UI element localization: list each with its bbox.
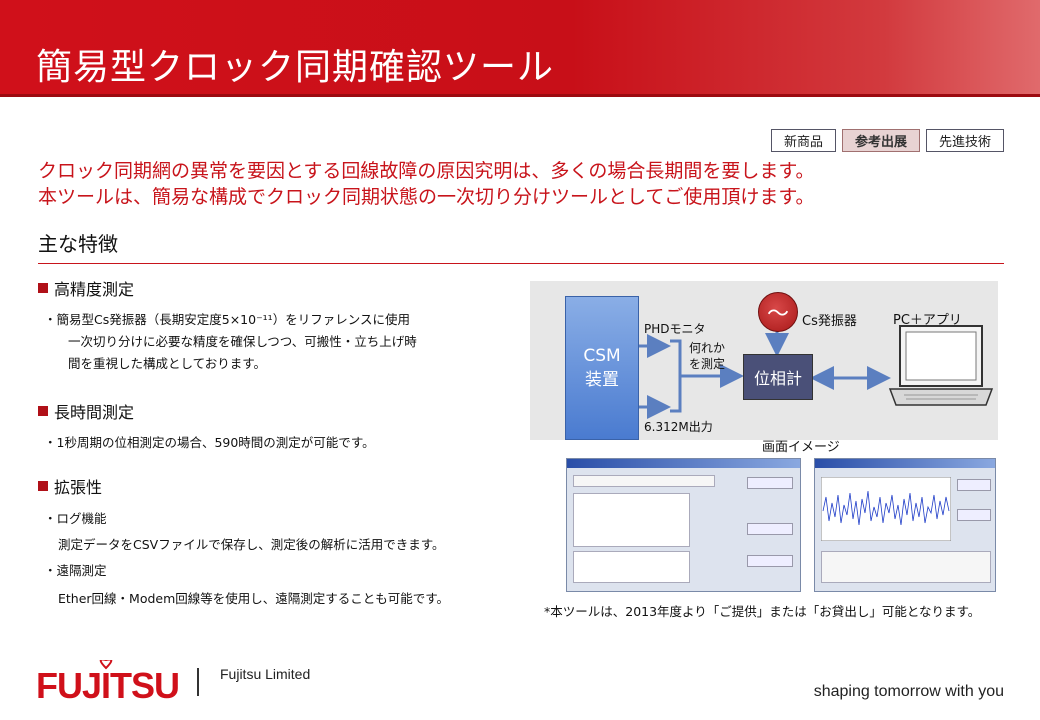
feature-title-long-duration: 長時間測定 xyxy=(38,399,134,423)
csm-label-line-1: CSM xyxy=(583,346,621,366)
feature-title-text: 拡張性 xyxy=(54,478,103,497)
page-title: 簡易型クロック同期確認ツール xyxy=(36,47,555,88)
feature-title-extensibility: 拡張性 xyxy=(38,474,102,498)
feature-title-precision: 高精度測定 xyxy=(38,276,134,300)
lead-text: クロック同期網の異常を要因とする回線故障の原因究明は、多くの場合長期間を要します… xyxy=(38,158,815,210)
csm-device-box: CSM 装置 xyxy=(565,296,639,440)
fujitsu-logo-mark: FUJITSU xyxy=(36,658,180,706)
tag-reference-exhibit[interactable]: 参考出展 xyxy=(841,129,920,152)
tag-advanced-tech[interactable]: 先進技術 xyxy=(925,129,1004,152)
feature-title-text: 長時間測定 xyxy=(54,403,135,422)
bullet-square-icon xyxy=(38,406,48,416)
feature-desc-line: Ether回線・Modem回線等を使用し、遠隔測定することも可能です。 xyxy=(58,591,450,606)
screenshot-field xyxy=(573,475,715,487)
cs-oscillator-icon: ～ xyxy=(758,292,798,332)
bullet-square-icon xyxy=(38,283,48,293)
category-tags: 新商品 参考出展 先進技術 xyxy=(770,129,1004,152)
footer-divider xyxy=(197,668,199,696)
feature-desc-line: ・簡易型Cs発振器（長期安定度5×10⁻¹¹）をリファレンスに使用 xyxy=(44,312,410,327)
feature-desc-line: ・1秒周期の位相測定の場合、590時間の測定が可能です。 xyxy=(44,435,375,450)
pc-app-label: PC＋アプリ xyxy=(893,313,962,328)
phd-monitor-label: PHDモニタ xyxy=(644,322,706,336)
feature-desc-line: 間を重視した構成としております。 xyxy=(68,356,267,371)
phase-graph xyxy=(821,477,951,541)
screenshot-settings-panel xyxy=(821,551,991,583)
header-stripe xyxy=(0,94,1040,97)
screenshot-titlebar xyxy=(815,459,995,468)
screenshot-log-list xyxy=(573,493,690,547)
company-name: Fujitsu Limited xyxy=(220,666,311,682)
feature-title-text: 高精度測定 xyxy=(54,280,135,299)
svg-text:FUJITSU: FUJITSU xyxy=(36,665,179,704)
feature-desc-line: 一次切り分けに必要な精度を確保しつつ、可搬性・立ち上げ時 xyxy=(68,334,417,349)
tag-new-product[interactable]: 新商品 xyxy=(770,129,836,152)
app-screenshot-log xyxy=(566,458,801,592)
screenshot-button xyxy=(747,477,793,489)
screenshot-button xyxy=(957,479,991,491)
brand-tagline: shaping tomorrow with you xyxy=(813,683,1004,700)
measure-label-line-2: を測定 xyxy=(689,357,726,371)
feature-desc-line: ・遠隔測定 xyxy=(44,563,107,578)
lead-line-1: クロック同期網の異常を要因とする回線故障の原因究明は、多くの場合長期間を要します… xyxy=(38,160,815,182)
output-label: 6.312M出力 xyxy=(644,420,713,434)
bullet-square-icon xyxy=(38,481,48,491)
measure-label-line-1: 何れか xyxy=(689,341,726,355)
app-screenshot-graph xyxy=(814,458,996,592)
phase-meter-box: 位相計 xyxy=(743,354,813,400)
screenshot-button xyxy=(957,509,991,521)
screenshot-button xyxy=(747,555,793,567)
csm-label-line-2: 装置 xyxy=(585,370,619,390)
cs-oscillator-label: Cs発振器 xyxy=(802,314,857,329)
screenshot-button xyxy=(747,523,793,535)
screen-image-label: 画面イメージ xyxy=(762,440,840,455)
main-features-heading: 主な特徴 xyxy=(38,232,118,256)
fujitsu-logo: FUJITSU xyxy=(36,658,186,708)
feature-desc-line: 測定データをCSVファイルで保存し、測定後の解析に活用できます。 xyxy=(58,537,445,552)
lead-line-2: 本ツールは、簡易な構成でクロック同期状態の一次切り分けツールとしてご使用頂けます… xyxy=(38,186,815,208)
availability-footnote: *本ツールは、2013年度より「ご提供」または「お貸出し」可能となります。 xyxy=(544,604,981,619)
feature-desc-line: ・ログ機能 xyxy=(44,511,107,526)
screenshot-log-list xyxy=(573,551,690,583)
screenshot-titlebar xyxy=(567,459,800,468)
section-divider xyxy=(38,263,1004,264)
